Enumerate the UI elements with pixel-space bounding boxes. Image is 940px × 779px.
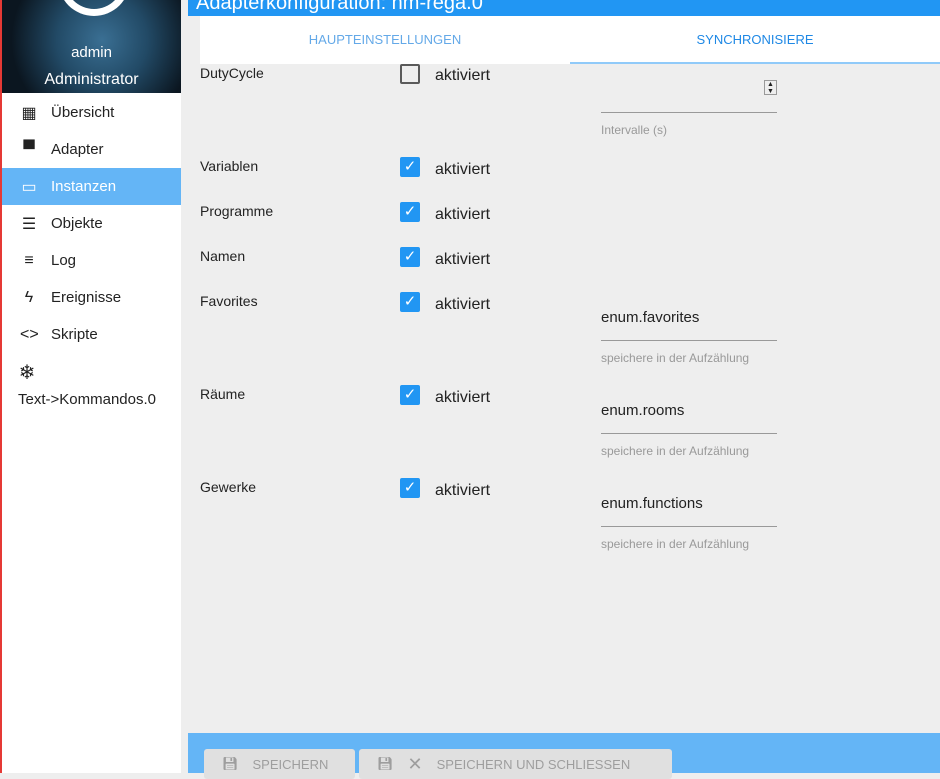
dutycycle-checkbox[interactable]: [400, 64, 420, 84]
tab-haupteinstellungen[interactable]: HAUPTEINSTELLUNGEN: [200, 16, 570, 64]
save-icon: 💾︎: [222, 756, 239, 771]
checkbox-label: aktiviert: [435, 206, 491, 223]
row-label-programme: Programme: [200, 203, 274, 219]
interval-help: Intervalle (s): [601, 123, 668, 137]
sidebar-item-label: Instanzen: [51, 178, 117, 195]
checkbox-label: aktiviert: [435, 482, 491, 499]
sidebar: admin Administrator ▦ Übersicht ▀ Adapter …: [0, 0, 181, 773]
save-icon: 💾︎: [377, 756, 394, 771]
sidebar-item-label: Skripte: [51, 326, 98, 343]
grid-icon: ▦: [21, 104, 37, 122]
page-title: Adapterkonfiguration: hm-rega.0: [188, 0, 940, 16]
sidebar-item-instanzen[interactable]: ▭ Instanzen: [2, 168, 181, 205]
sidebar-item-label: Übersicht: [51, 104, 115, 121]
user-name: admin: [71, 44, 112, 61]
programme-checkbox[interactable]: ✓: [400, 202, 420, 222]
sidebar-item-skripte[interactable]: <> Skripte: [2, 316, 181, 353]
favorites-help: speichere in der Aufzählung: [601, 351, 750, 365]
save-close-label: SPEICHERN UND SCHLIESSEN: [436, 756, 631, 772]
checkbox-label: aktiviert: [435, 161, 491, 178]
variablen-checkbox[interactable]: ✓: [400, 157, 420, 177]
row-label-variablen: Variablen: [200, 158, 259, 174]
favorites-enum-input[interactable]: enum.favorites: [601, 309, 777, 341]
tab-synchronisiere[interactable]: SYNCHRONISIERE: [570, 16, 940, 64]
functions-enum-input[interactable]: enum.functions: [601, 495, 777, 527]
store-icon: ▀: [23, 140, 35, 158]
log-icon: ≡: [24, 251, 34, 269]
spinner-icon[interactable]: ▲ ▼: [764, 80, 777, 95]
row-label-raeume: Räume: [200, 386, 246, 402]
row-label-favorites: Favorites: [200, 293, 258, 309]
interval-input[interactable]: ▲ ▼: [601, 76, 777, 113]
user-role: Administrator: [44, 71, 139, 88]
functions-help: speichere in der Aufzählung: [601, 537, 750, 551]
tab-bar: HAUPTEINSTELLUNGEN SYNCHRONISIERE: [200, 16, 940, 64]
action-bar: 💾︎ SPEICHERN 💾︎ ✕ SPEICHERN UND SCHLIESSEN: [188, 733, 940, 779]
rooms-enum-input[interactable]: enum.rooms: [601, 402, 777, 434]
list-icon: ☰: [21, 215, 37, 233]
row-label-dutycycle: DutyCycle: [200, 65, 264, 81]
sidebar-item-label: Log: [51, 252, 77, 269]
avatar: [58, 0, 130, 16]
sidebar-item-uebersicht[interactable]: ▦ Übersicht: [2, 94, 181, 131]
namen-checkbox[interactable]: ✓: [400, 247, 420, 267]
save-button[interactable]: 💾︎ SPEICHERN: [204, 749, 355, 779]
save-label: SPEICHERN: [252, 756, 329, 772]
code-icon: <>: [20, 325, 39, 343]
save-close-button[interactable]: 💾︎ ✕ SPEICHERN UND SCHLIESSEN: [359, 749, 672, 779]
favorites-checkbox[interactable]: ✓: [400, 292, 420, 312]
sidebar-item-adapter[interactable]: ▀ Adapter: [2, 131, 181, 168]
row-label-namen: Namen: [200, 248, 246, 264]
raeume-checkbox[interactable]: ✓: [400, 385, 420, 405]
checkbox-label: aktiviert: [435, 251, 491, 268]
sidebar-item-objekte[interactable]: ☰ Objekte: [2, 205, 181, 242]
gewerke-checkbox[interactable]: ✓: [400, 478, 420, 498]
flash-icon: ϟ: [24, 288, 34, 306]
snowflake-icon: ❄: [18, 362, 36, 384]
sidebar-item-log[interactable]: ≡ Log: [2, 242, 181, 279]
checkbox-label: aktiviert: [435, 389, 491, 406]
sidebar-item-text-kommandos[interactable]: ❄ Text->Kommandos.0: [2, 360, 181, 416]
sidebar-item-label: Text->Kommandos.0: [18, 391, 156, 408]
sidebar-item-label: Ereignisse: [51, 289, 122, 306]
row-label-gewerke: Gewerke: [200, 479, 257, 495]
instances-icon: ▭: [21, 178, 37, 196]
sidebar-item-label: Objekte: [51, 215, 103, 232]
user-header: admin Administrator: [2, 0, 181, 93]
checkbox-label: aktiviert: [435, 67, 491, 84]
sidebar-item-label: Adapter: [51, 141, 104, 158]
rooms-help: speichere in der Aufzählung: [601, 444, 750, 458]
checkbox-label: aktiviert: [435, 296, 491, 313]
sidebar-item-ereignisse[interactable]: ϟ Ereignisse: [2, 279, 181, 316]
close-icon: ✕: [407, 753, 423, 774]
